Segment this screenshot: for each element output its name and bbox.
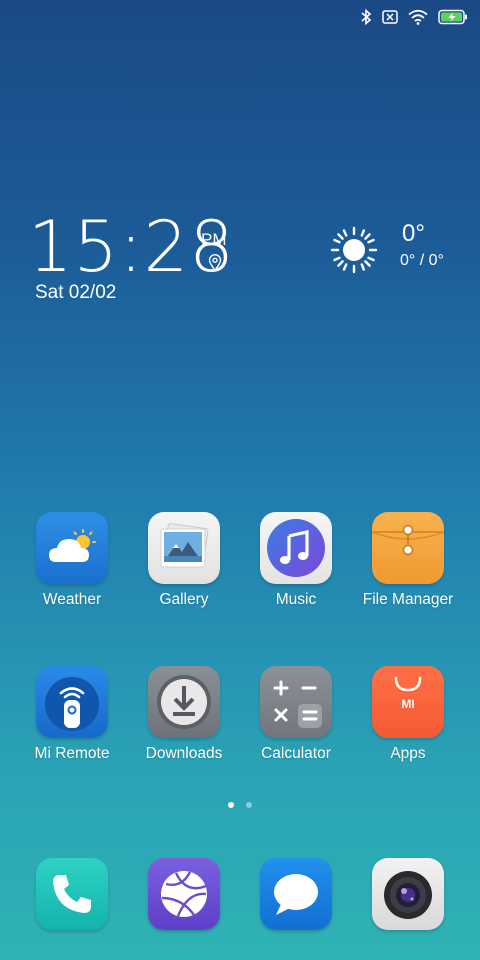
location-pin-icon — [208, 254, 222, 276]
clock-widget[interactable]: 15:28 PM Sat 02/02 — [28, 208, 278, 308]
app-downloads[interactable]: Downloads — [129, 666, 239, 763]
apps-store-icon: MI — [372, 666, 444, 738]
app-file-manager[interactable]: File Manager — [353, 512, 463, 609]
app-mi-remote[interactable]: Mi Remote — [17, 666, 127, 763]
page-dot-active[interactable] — [228, 802, 234, 808]
app-weather[interactable]: Weather — [17, 512, 127, 609]
weather-temperature: 0° — [402, 220, 425, 247]
app-apps[interactable]: MI Apps — [353, 666, 463, 763]
app-label: Mi Remote — [34, 745, 110, 762]
app-music[interactable]: Music — [241, 512, 351, 609]
downloads-app-icon — [148, 666, 220, 738]
weather-app-icon — [36, 512, 108, 584]
battery-charging-icon — [438, 9, 468, 25]
dock-messaging[interactable] — [241, 858, 351, 930]
status-bar — [360, 6, 468, 28]
bluetooth-icon — [360, 9, 372, 25]
no-sim-icon — [382, 10, 398, 24]
app-calculator[interactable]: Calculator — [241, 666, 351, 763]
file-manager-app-icon — [372, 512, 444, 584]
dock-camera[interactable] — [353, 858, 463, 930]
app-label: Weather — [42, 591, 102, 608]
apps-store-logo-text: MI — [401, 697, 414, 711]
app-label: Downloads — [145, 745, 223, 762]
mi-remote-app-icon — [36, 666, 108, 738]
dock-browser[interactable] — [129, 858, 239, 930]
page-indicator — [0, 802, 480, 808]
app-label: Gallery — [159, 591, 209, 608]
browser-app-icon — [148, 858, 220, 930]
calculator-app-icon — [260, 666, 332, 738]
app-label: Calculator — [261, 745, 331, 762]
phone-app-icon — [36, 858, 108, 930]
app-label: File Manager — [362, 591, 454, 608]
clock-ampm: PM — [201, 230, 227, 249]
weather-range: 0° / 0° — [400, 252, 444, 269]
app-gallery[interactable]: Gallery — [129, 512, 239, 609]
page-dot[interactable] — [246, 802, 252, 808]
clock-date: Sat 02/02 — [35, 282, 117, 303]
music-app-icon — [260, 512, 332, 584]
camera-app-icon — [372, 858, 444, 930]
wifi-icon — [408, 9, 428, 25]
weather-widget[interactable]: 0° 0° / 0° — [330, 220, 470, 280]
sun-icon — [330, 226, 378, 279]
messaging-app-icon — [260, 858, 332, 930]
dock-phone[interactable] — [17, 858, 127, 930]
app-label: Apps — [390, 745, 426, 762]
app-label: Music — [275, 591, 317, 608]
gallery-app-icon — [148, 512, 220, 584]
